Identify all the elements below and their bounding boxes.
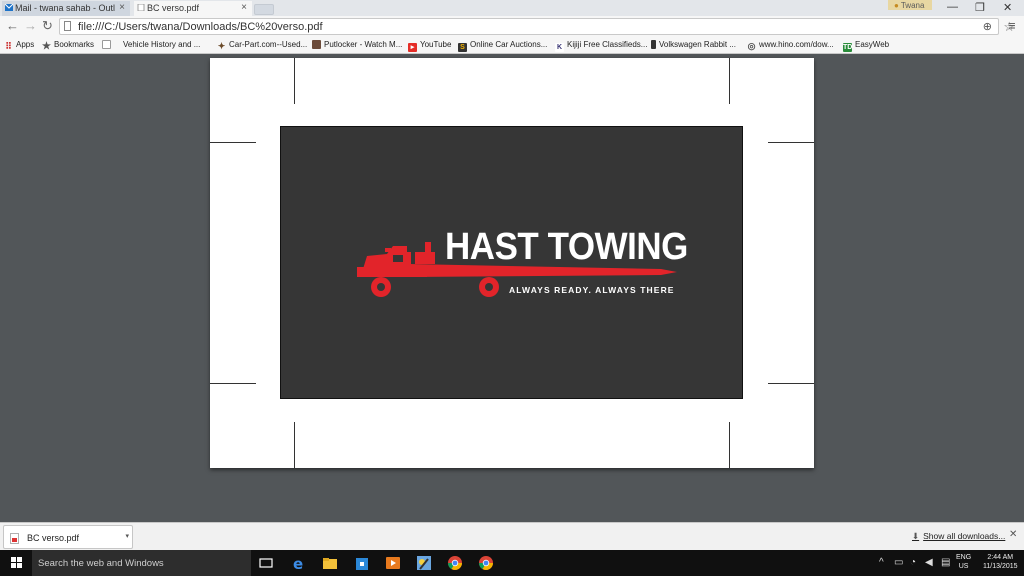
crop-mark [210,142,256,143]
download-file-name: BC verso.pdf [27,533,80,543]
close-icon[interactable]: × [119,2,125,13]
system-clock[interactable]: 2:44 AM 11/13/2015 [983,553,1018,571]
youtube-icon: ▸ [408,43,417,52]
tab-pdf-title: BC verso.pdf [147,3,200,13]
crop-mark [294,58,295,104]
tab-mail[interactable]: Mail - twana sahab - Outl × [2,1,130,16]
svg-text:e: e [293,555,303,571]
business-card: HAST TOWING ALWAYS READY. ALWAYS THERE [280,126,743,399]
crop-mark [729,58,730,104]
taskbar-search-placeholder: Search the web and Windows [38,558,164,569]
close-icon[interactable]: ✕ [1009,529,1017,540]
chevron-down-icon[interactable]: ▾ [125,532,129,540]
brand-title: HAST TOWING [445,226,688,268]
bookmark-bookmarks[interactable]: ★ Bookmarks [42,40,94,52]
taskbar-search-box[interactable]: Search the web and Windows [32,550,251,576]
wifi-icon[interactable]: ◔ [910,557,916,568]
td-icon: TD [843,43,853,52]
bookmark-youtube[interactable]: ▸ YouTube [408,40,451,52]
download-item[interactable]: BC verso.pdf ▾ [3,525,133,549]
chrome-icon[interactable] [478,555,494,571]
crop-mark [768,383,814,384]
kijiji-icon: K [555,43,564,52]
close-icon[interactable]: × [241,2,247,13]
phone-icon [651,40,656,49]
minimize-icon[interactable]: — [947,1,958,13]
chrome-icon[interactable] [447,555,463,571]
browser-toolbar: ← → ↻ file:///C:/Users/twana/Downloads/B… [0,16,1024,37]
restore-icon[interactable]: ❐ [975,1,985,14]
bookmark-putlocker[interactable]: Putlocker - Watch M... [312,40,402,49]
media-player-icon[interactable] [385,555,401,571]
brand-tagline: ALWAYS READY. ALWAYS THERE [509,285,675,295]
user-icon: ● [894,1,899,10]
mail-icon [5,4,13,11]
pdf-viewer[interactable]: HAST TOWING ALWAYS READY. ALWAYS THERE [0,54,1024,522]
chevron-up-icon[interactable]: ^ [879,557,884,568]
show-all-downloads-link[interactable]: ⬇ Show all downloads... [912,531,1005,542]
crop-mark [729,422,730,468]
s-logo-icon: S [458,43,467,52]
globe-icon: ◎ [747,41,756,51]
window-close-icon[interactable]: ✕ [1003,1,1012,14]
bookmark-vehicle-history[interactable]: Vehicle History and ... [102,40,200,49]
address-url[interactable]: file:///C:/Users/twana/Downloads/BC%20ve… [78,21,323,33]
paint-icon[interactable] [416,555,432,571]
profile-button[interactable]: ● Twana [888,0,932,10]
profile-name: Twana [900,1,925,10]
bookmarks-bar: ⠿ Apps ★ Bookmarks Vehicle History and ...… [0,37,1024,54]
store-icon[interactable] [354,555,370,571]
forward-arrow-icon[interactable]: → [24,18,37,33]
task-view-icon[interactable] [258,555,274,571]
notifications-icon[interactable]: ▤ [941,557,950,568]
language-indicator[interactable]: ENG US [956,553,971,571]
bookmark-car-part[interactable]: ✦ Car-Part.com--Used... [217,40,308,51]
menu-icon[interactable]: ≡ [1008,18,1016,33]
edge-icon[interactable]: e [291,555,307,571]
file-explorer-icon[interactable] [322,555,338,571]
apps-grid-icon: ⠿ [5,41,12,51]
star-icon: ★ [42,41,51,52]
windows-start-icon[interactable] [11,557,23,569]
download-shelf: BC verso.pdf ▾ ⬇ Show all downloads... ✕ [0,522,1024,550]
page-icon [64,21,71,31]
bookmark-kijiji[interactable]: K Kijiji Free Classifieds... [555,40,647,52]
bookmark-volkswagen[interactable]: Volkswagen Rabbit ... [651,40,736,49]
car-part-icon: ✦ [217,41,226,51]
download-icon: ⬇ [912,531,920,541]
bookmark-easyweb[interactable]: TD EasyWeb [843,40,889,52]
new-tab-button[interactable] [254,4,274,15]
windows-taskbar: Search the web and Windows e ^ ▭ ◔ ◀ ▤ E… [0,550,1024,576]
tab-mail-title: Mail - twana sahab - Outl [15,3,116,13]
crop-mark [210,383,256,384]
putlocker-icon [312,40,321,49]
zoom-icon[interactable]: ⊕ [983,20,992,33]
crop-mark [294,422,295,468]
crop-mark [768,142,814,143]
tab-pdf[interactable]: BC verso.pdf × [134,1,252,16]
pdf-page: HAST TOWING ALWAYS READY. ALWAYS THERE [210,58,814,468]
back-arrow-icon[interactable]: ← [6,18,19,33]
bookmark-online-car-auctions[interactable]: S Online Car Auctions... [458,40,547,52]
pdf-file-icon [10,533,19,544]
bookmark-apps[interactable]: ⠿ Apps [4,40,34,51]
page-icon [102,40,111,49]
battery-icon[interactable]: ▭ [894,557,903,568]
volume-icon[interactable]: ◀ [925,557,933,568]
bookmark-hino[interactable]: ◎ www.hino.com/dow... [747,40,834,51]
reload-icon[interactable]: ↻ [42,18,53,34]
address-bar[interactable]: file:///C:/Users/twana/Downloads/BC%20ve… [59,18,1015,35]
tab-strip: Mail - twana sahab - Outl × BC verso.pdf… [0,0,1024,16]
document-icon [137,4,145,11]
